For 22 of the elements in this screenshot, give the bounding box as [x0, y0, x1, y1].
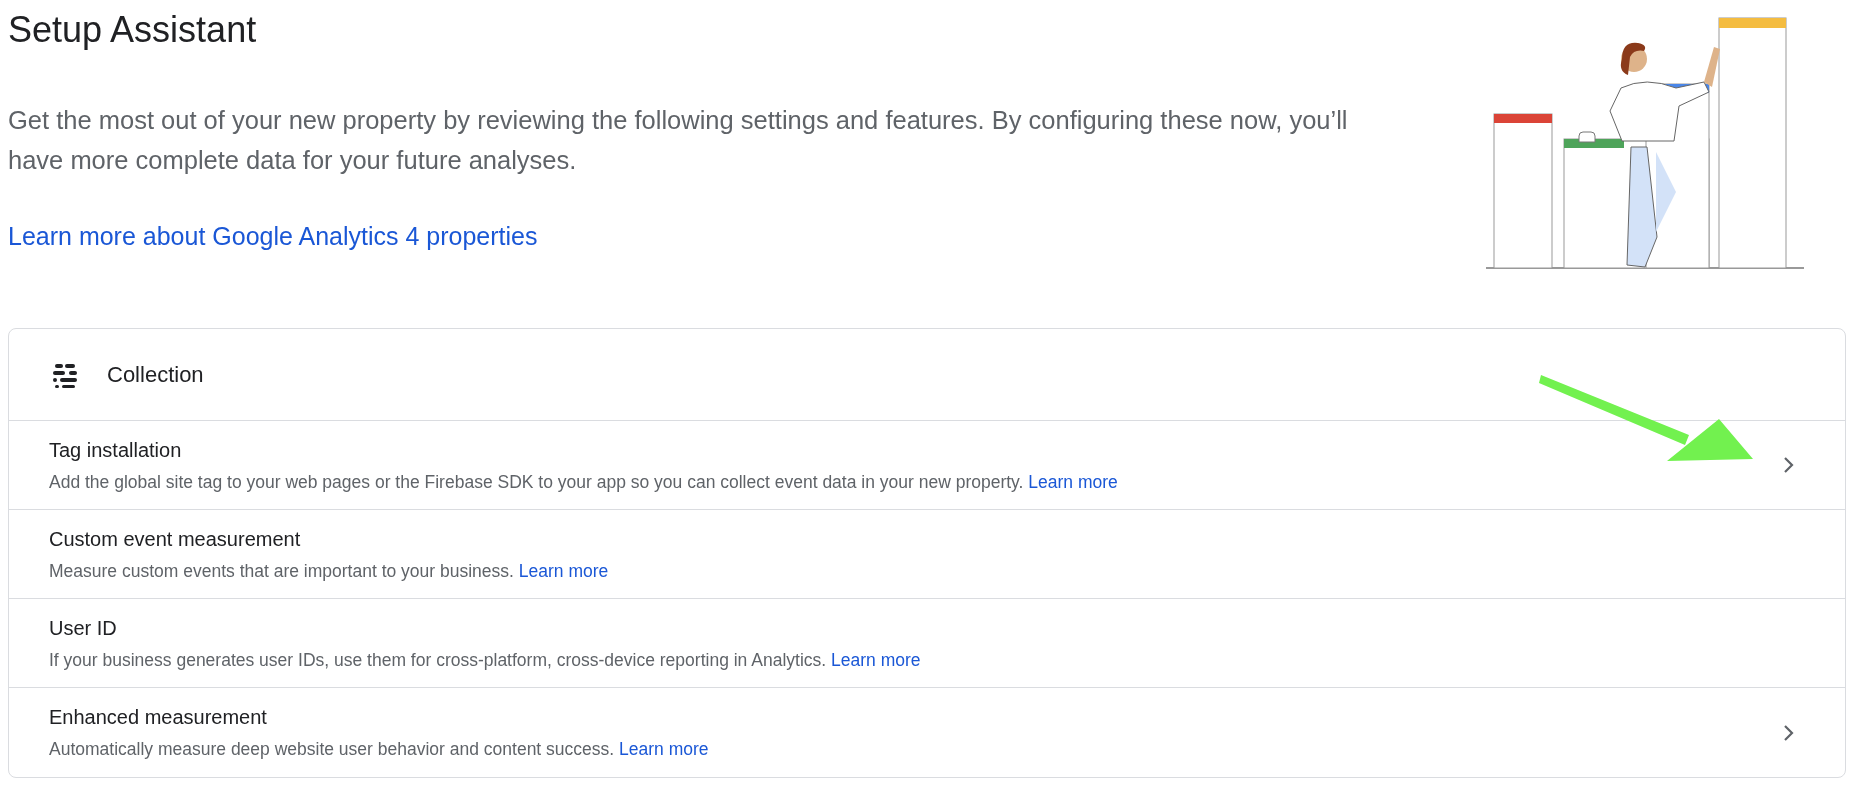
learn-more-link[interactable]: Learn more about Google Analytics 4 properties	[8, 218, 538, 256]
learn-more-link[interactable]: Learn more	[518, 560, 609, 581]
setting-row[interactable]: Tag installation Add the global site tag to your web pages or the Firebase SDK to your app so you can collect event data in your new property. Learn more	[9, 421, 1845, 510]
setting-title: Tag installation	[49, 437, 183, 463]
setting-description: Measure custom events that are important to your business.	[49, 560, 514, 581]
setting-title: Custom event measurement	[49, 526, 302, 552]
setting-row[interactable]: Enhanced measurement Automatically measure deep website user behavior and content success. Learn more	[9, 688, 1845, 777]
setting-title: Enhanced measurement	[49, 705, 268, 731]
intro-text: Get the most out of your new property by reviewing the following settings and features. By configuring these now, you’ll have more complete data for your future analyses.	[8, 105, 1348, 176]
chevron-right-icon	[1783, 723, 1795, 742]
setting-title: User ID	[49, 615, 118, 641]
setting-description: Add the global site tag to your web pages or the Firebase SDK to your app so you can collect event data in your new property.	[49, 471, 1024, 492]
learn-more-link[interactable]: Learn more	[831, 649, 921, 670]
section-title: Collection	[107, 361, 204, 389]
chevron-right-icon	[1783, 456, 1795, 474]
page-title: Setup Assistant	[8, 8, 258, 52]
learn-more-link[interactable]: Learn more	[1028, 471, 1118, 492]
setting-description: If your business generates user IDs, use them for cross-platform, cross-device reporting in Analytics.	[49, 649, 827, 670]
setting-row[interactable]: User ID If your business generates user IDs, use them for cross-platform, cross-device reporting in Analytics. Learn more	[9, 599, 1845, 688]
learn-more-link[interactable]: Learn more	[619, 739, 709, 760]
setting-row[interactable]: Custom event measurement Measure custom events that are important to your business. Learn more	[9, 510, 1845, 599]
setting-description: Automatically measure deep website user behavior and content success.	[49, 739, 615, 760]
